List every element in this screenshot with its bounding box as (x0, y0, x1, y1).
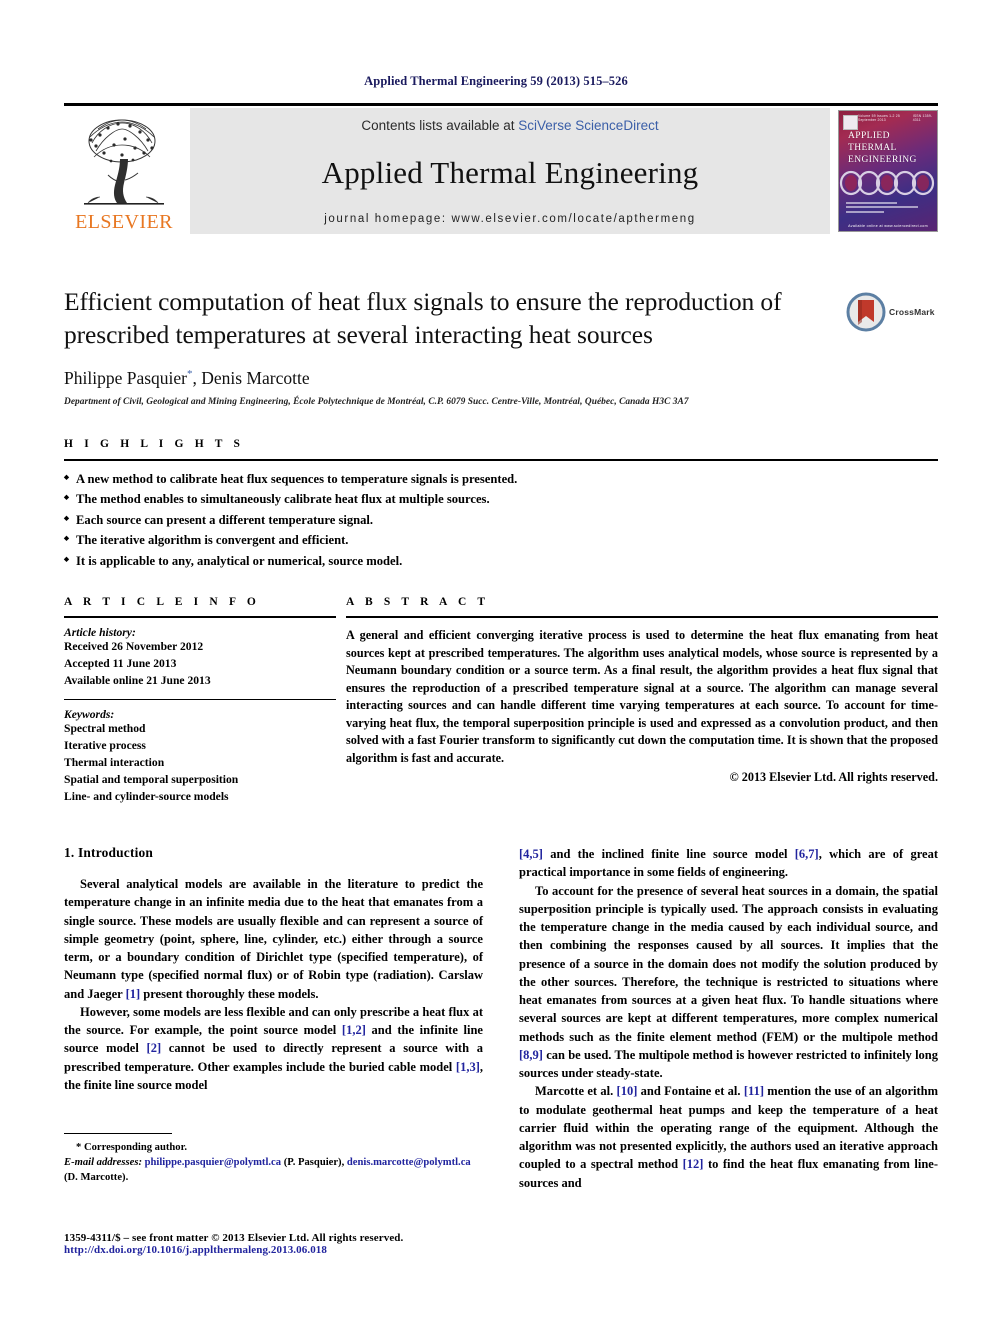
elsevier-tree-icon (84, 119, 164, 205)
abstract-text: A general and efficient converging itera… (346, 628, 938, 765)
email-owner-1: (P. Pasquier), (281, 1157, 347, 1169)
abstract-heading: A B S T R A C T (346, 596, 490, 608)
article-history-label: Article history: (64, 626, 136, 639)
paragraph-text: Several analytical models are available … (64, 877, 483, 1001)
cover-title-line-3: ENGINEERING (848, 155, 917, 166)
email-owner-2: (D. Marcotte). (64, 1172, 129, 1184)
citation-reference[interactable]: [12] (683, 1157, 704, 1171)
footnote-rule (64, 1133, 172, 1134)
keywords-group: Keywords: Spectral method Iterative proc… (64, 700, 336, 805)
cover-title: APPLIED THERMAL ENGINEERING (848, 130, 932, 166)
keywords-label: Keywords: (64, 708, 115, 722)
email-link-2[interactable]: denis.marcotte@polymtl.ca (347, 1157, 471, 1168)
highlights-rule (64, 459, 938, 461)
crossmark-icon (846, 292, 886, 332)
email-addresses-note: E-mail addresses: philippe.pasquier@poly… (64, 1155, 483, 1185)
keyword-item: Thermal interaction (64, 755, 165, 769)
highlight-item: Each source can present a different temp… (64, 510, 938, 530)
email-label: E-mail addresses: (64, 1157, 142, 1169)
citation-reference[interactable]: [1,3] (456, 1060, 480, 1074)
journal-masthead: ELSEVIER Contents lists available at Sci… (64, 103, 938, 234)
keyword-item: Spectral method (64, 722, 146, 736)
cover-footer-meta: Available online at www.sciencedirect.co… (848, 224, 928, 228)
bottom-matter: 1359-4311/$ – see front matter © 2013 El… (64, 1232, 564, 1256)
abstract-column: A B S T R A C T A general and efficient … (336, 596, 938, 805)
sciencedirect-link[interactable]: SciVerse ScienceDirect (518, 118, 658, 133)
crossmark-label: CrossMark (889, 307, 935, 317)
paper-page: Applied Thermal Engineering 59 (2013) 51… (0, 0, 992, 1323)
elsevier-wordmark: ELSEVIER (75, 211, 173, 233)
citation-reference[interactable]: [2] (147, 1041, 162, 1055)
abstract-copyright: © 2013 Elsevier Ltd. All rights reserved… (729, 769, 938, 784)
cover-bottom-text-lines (846, 201, 931, 216)
citation-reference[interactable]: [8,9] (519, 1048, 543, 1062)
body-right-column: [4,5] and the inclined finite line sourc… (519, 845, 938, 1192)
citation-reference[interactable]: [4,5] (519, 847, 543, 861)
article-history-received: Received 26 November 2012 (64, 640, 204, 653)
author-1: Philippe Pasquier (64, 368, 187, 389)
article-info-heading: A R T I C L E I N F O (64, 596, 260, 608)
cover-title-line-2: THERMAL (848, 143, 897, 154)
footnote-block: * Corresponding author. E-mail addresses… (64, 1133, 483, 1185)
article-history-group: Article history: Received 26 November 20… (64, 618, 336, 689)
author-list: Philippe Pasquier*, Denis Marcotte (64, 368, 938, 389)
contents-available-line: Contents lists available at SciVerse Sci… (190, 118, 830, 133)
paragraph-text: and the inclined finite line source mode… (542, 847, 795, 861)
cover-issn-meta: ISSN 1359-4311 (912, 114, 933, 122)
issn-front-matter-line: 1359-4311/$ – see front matter © 2013 El… (64, 1232, 404, 1244)
citation-reference[interactable]: [11] (744, 1084, 764, 1098)
journal-name: Applied Thermal Engineering (321, 154, 699, 190)
journal-cover-thumbnail: Volume 59 Issues 1-2 25 September 2013 I… (838, 110, 938, 232)
paragraph: Marcotte et al. [10] and Fontaine et al.… (519, 1082, 938, 1192)
keyword-item: Line- and cylinder-source models (64, 789, 229, 803)
cover-volume-meta: Volume 59 Issues 1-2 25 September 2013 (858, 114, 900, 122)
highlights-list: A new method to calibrate heat flux sequ… (64, 469, 938, 571)
paragraph: Several analytical models are available … (64, 875, 483, 1003)
paragraph-text: Marcotte et al. (535, 1084, 617, 1099)
highlights-section: H I G H L I G H T S A new method to cali… (64, 438, 938, 571)
paragraph: [4,5] and the inclined finite line sourc… (519, 845, 938, 882)
article-history-online: Available online 21 June 2013 (64, 673, 211, 687)
title-block: Efficient computation of heat flux signa… (64, 286, 938, 407)
contents-prefix: Contents lists available at (361, 118, 519, 133)
article-title: Efficient computation of heat flux signa… (64, 287, 782, 349)
highlight-item: A new method to calibrate heat flux sequ… (64, 469, 938, 489)
email-link-1[interactable]: philippe.pasquier@polymtl.ca (145, 1157, 281, 1168)
keyword-item: Iterative process (64, 739, 146, 753)
citation-reference[interactable]: [6,7] (795, 847, 819, 861)
running-head: Applied Thermal Engineering 59 (2013) 51… (364, 74, 628, 88)
citation-reference[interactable]: [1] (126, 987, 141, 1001)
doi-link[interactable]: http://dx.doi.org/10.1016/j.applthermale… (64, 1244, 564, 1256)
paragraph: To account for the presence of several h… (519, 882, 938, 1083)
affiliation: Department of Civil, Geological and Mini… (64, 397, 689, 408)
paragraph-text: present thoroughly these models. (140, 986, 319, 1001)
author-2: , Denis Marcotte (192, 368, 310, 389)
cover-rings-graphic (839, 170, 935, 196)
journal-homepage-link[interactable]: journal homepage: www.elsevier.com/locat… (190, 213, 830, 225)
corresponding-author-note: * Corresponding author. (76, 1142, 187, 1153)
highlight-item: The method enables to simultaneously cal… (64, 489, 938, 509)
highlights-heading: H I G H L I G H T S (64, 438, 245, 450)
info-abstract-block: A R T I C L E I N F O Article history: R… (64, 596, 938, 805)
paragraph-text: To account for the presence of several h… (519, 883, 938, 1044)
section-heading-introduction: 1. Introduction (64, 845, 154, 860)
paragraph-text: can be used. The multipole method is how… (519, 1047, 938, 1080)
highlight-item: It is applicable to any, analytical or n… (64, 551, 938, 571)
cover-title-line-1: APPLIED (848, 131, 890, 141)
citation-reference[interactable]: [1,2] (342, 1023, 366, 1037)
contents-band: Contents lists available at SciVerse Sci… (190, 108, 830, 234)
citation-reference[interactable]: [10] (617, 1084, 638, 1098)
article-history-accepted: Accepted 11 June 2013 (64, 656, 177, 670)
article-info-column: A R T I C L E I N F O Article history: R… (64, 596, 336, 805)
crossmark-badge[interactable]: CrossMark (846, 290, 938, 334)
elsevier-logo: ELSEVIER (64, 108, 184, 234)
highlight-item: The iterative algorithm is convergent an… (64, 530, 938, 550)
paragraph: However, some models are less flexible a… (64, 1003, 483, 1094)
keyword-item: Spatial and temporal superposition (64, 772, 239, 786)
paragraph-text: and Fontaine et al. (637, 1084, 744, 1099)
